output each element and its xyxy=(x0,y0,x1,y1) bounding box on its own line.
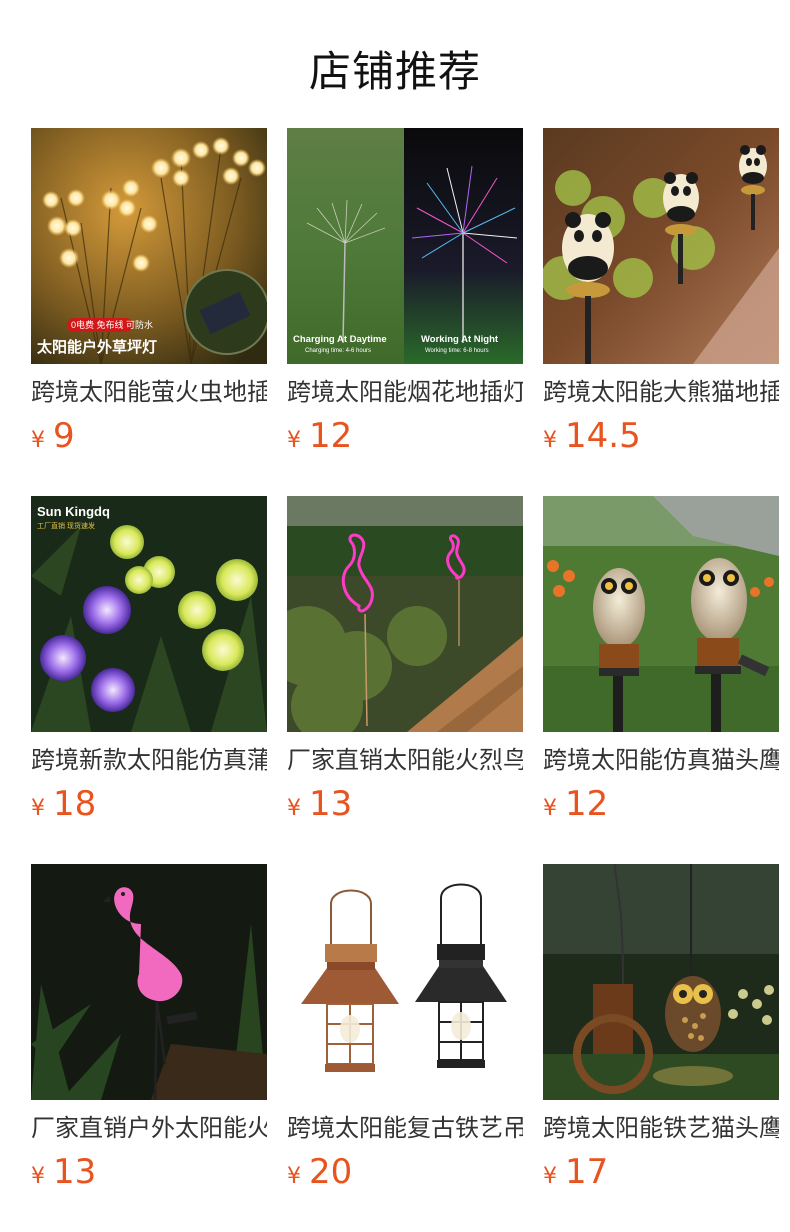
product-image-neon-flamingo-lights[interactable] xyxy=(287,496,523,732)
section-title: 店铺推荐 xyxy=(308,47,481,96)
product-card-1[interactable]: 0电费 免布线 可防水 太阳能户外草坪灯 跨境太阳能萤火虫地插灯 ¥9 xyxy=(31,128,267,458)
currency-symbol: ¥ xyxy=(31,796,45,821)
product-name[interactable]: 跨境太阳能烟花地插灯 xyxy=(287,376,523,408)
image-brand: Sun Kingdq xyxy=(37,504,110,519)
price-value: 17 xyxy=(565,1152,609,1192)
product-image-pink-flamingo-light[interactable] xyxy=(31,864,267,1100)
product-name[interactable]: 跨境太阳能萤火虫地插灯 xyxy=(31,376,267,408)
price-value: 12 xyxy=(309,416,353,456)
currency-symbol: ¥ xyxy=(287,428,301,453)
currency-symbol: ¥ xyxy=(31,428,45,453)
product-price: ¥13 xyxy=(287,782,523,826)
product-card-7[interactable]: 厂家直销户外太阳能火烈鸟灯 ¥13 xyxy=(31,864,267,1194)
image-sub-left: Charging time: 4-6 hours xyxy=(305,348,371,354)
product-image-dandelion-lights[interactable]: Sun Kingdq 工厂直销 现货速发 xyxy=(31,496,267,732)
product-price: ¥9 xyxy=(31,414,267,458)
image-sub-right: Working time: 6-8 hours xyxy=(425,348,489,354)
product-name[interactable]: 跨境太阳能仿真猫头鹰灯 xyxy=(543,744,779,776)
price-value: 18 xyxy=(53,784,97,824)
image-caption-left: Charging At Daytime xyxy=(293,334,387,345)
product-name[interactable]: 厂家直销太阳能火烈鸟灯 xyxy=(287,744,523,776)
product-price: ¥18 xyxy=(31,782,267,826)
product-image-firefly-lights[interactable]: 0电费 免布线 可防水 太阳能户外草坪灯 xyxy=(31,128,267,364)
image-brand-sub: 工厂直销 现货速发 xyxy=(37,521,95,530)
product-card-2[interactable]: Charging At Daytime Charging time: 4-6 h… xyxy=(287,128,523,458)
product-price: ¥17 xyxy=(543,1150,779,1194)
product-image-owl-lights[interactable] xyxy=(543,496,779,732)
currency-symbol: ¥ xyxy=(31,1164,45,1189)
product-price: ¥12 xyxy=(287,414,523,458)
product-card-9[interactable]: 跨境太阳能铁艺猫头鹰灯 ¥17 xyxy=(543,864,779,1194)
price-value: 9 xyxy=(53,416,75,456)
price-value: 14.5 xyxy=(565,416,641,456)
product-name[interactable]: 跨境新款太阳能仿真蒲公英灯 xyxy=(31,744,267,776)
product-image-panda-lights[interactable] xyxy=(543,128,779,364)
price-value: 13 xyxy=(309,784,353,824)
currency-symbol: ¥ xyxy=(543,796,557,821)
product-name[interactable]: 跨境太阳能铁艺猫头鹰灯 xyxy=(543,1112,779,1144)
product-name[interactable]: 厂家直销户外太阳能火烈鸟灯 xyxy=(31,1112,267,1144)
product-card-4[interactable]: Sun Kingdq 工厂直销 现货速发 跨境新款太阳能仿真蒲公英灯 ¥18 xyxy=(31,496,267,826)
product-image-firework-lights[interactable]: Charging At Daytime Charging time: 4-6 h… xyxy=(287,128,523,364)
product-card-3[interactable]: 跨境太阳能大熊猫地插灯 ¥14.5 xyxy=(543,128,779,458)
product-price: ¥14.5 xyxy=(543,414,779,458)
currency-symbol: ¥ xyxy=(543,428,557,453)
image-caption-right: Working At Night xyxy=(421,334,499,345)
currency-symbol: ¥ xyxy=(287,1164,301,1189)
product-card-5[interactable]: 厂家直销太阳能火烈鸟灯 ¥13 xyxy=(287,496,523,826)
price-value: 13 xyxy=(53,1152,97,1192)
product-card-8[interactable]: 跨境太阳能复古铁艺吊灯 ¥20 xyxy=(287,864,523,1194)
product-price: ¥20 xyxy=(287,1150,523,1194)
product-card-6[interactable]: 跨境太阳能仿真猫头鹰灯 ¥12 xyxy=(543,496,779,826)
product-name[interactable]: 跨境太阳能大熊猫地插灯 xyxy=(543,376,779,408)
product-price: ¥13 xyxy=(31,1150,267,1194)
currency-symbol: ¥ xyxy=(543,1164,557,1189)
image-badge: 0电费 免布线 可防水 xyxy=(71,319,153,330)
product-image-iron-owl-light[interactable] xyxy=(543,864,779,1100)
price-value: 12 xyxy=(565,784,609,824)
price-value: 20 xyxy=(309,1152,353,1192)
product-name[interactable]: 跨境太阳能复古铁艺吊灯 xyxy=(287,1112,523,1144)
image-caption: 太阳能户外草坪灯 xyxy=(37,338,157,356)
currency-symbol: ¥ xyxy=(287,796,301,821)
product-image-vintage-lanterns[interactable] xyxy=(287,864,523,1100)
product-price: ¥12 xyxy=(543,782,779,826)
